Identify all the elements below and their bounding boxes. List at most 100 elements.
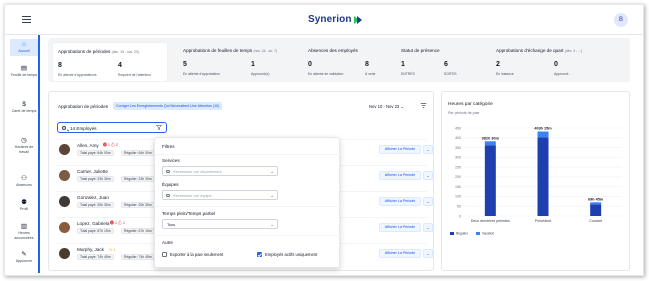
avatar <box>59 222 70 233</box>
sidebar-item-timecard[interactable]: $ Carte de temps <box>10 101 38 114</box>
export-payroll-checkbox[interactable] <box>162 252 167 257</box>
y-tick-label: 250 <box>455 165 461 169</box>
avatar <box>59 144 70 155</box>
clock-icon: ◷ <box>21 137 27 144</box>
sidebar-active-accent <box>38 35 40 273</box>
summary-card-absences[interactable]: Absences des employés 0 En attente de va… <box>305 42 395 82</box>
summary-label: À venir <box>365 72 376 76</box>
sidebar-item-accrued-hours[interactable]: ▥ Heures accumulées <box>10 223 38 240</box>
panel-title: Approbation de périodes <box>58 104 109 109</box>
summary-value: 0 <box>308 61 312 68</box>
chevron-down-icon[interactable]: ⌄ <box>423 145 433 154</box>
sidebar-item-profile[interactable]: ⚉ Profil <box>10 199 38 212</box>
sidebar-item-schedules[interactable]: ◷ Horaires de travail <box>10 137 38 154</box>
chevron-down-icon: ⌄ <box>270 168 274 174</box>
sidebar-item-home[interactable]: ⌂ Accueil <box>10 39 38 56</box>
summary-dates: (déc. 4 - ...) <box>564 49 583 53</box>
summary-title: Approbations d'échange de quart <box>496 48 564 53</box>
avatar <box>59 170 70 181</box>
chart-title: Heures par catégorie <box>448 102 493 107</box>
total-paid-chip: Total payé: 20h 30m <box>77 202 114 208</box>
search-icon <box>62 125 66 130</box>
chevron-down-icon[interactable]: ⌄ <box>423 223 433 232</box>
hamburger-menu-icon[interactable] <box>22 16 31 23</box>
employee-name[interactable]: Murphy, Jack <box>77 247 104 252</box>
teams-label: Équipes <box>162 182 179 187</box>
employee-name[interactable]: Carrier, Juliette <box>77 169 108 174</box>
view-period-button[interactable]: Afficher La Période <box>379 145 421 154</box>
date-range-selector[interactable]: Nov 10 - Nov 23 ⌄ <box>369 104 404 109</box>
services-placeholder: Rechercher par département <box>173 169 222 174</box>
search-icon <box>166 193 170 197</box>
summary-card-presence[interactable]: Statut de présence 1 ENTRÉS 6 SORTIS <box>398 42 488 82</box>
summary-value: 1 <box>401 61 405 68</box>
y-tick-label: 300 <box>455 156 461 160</box>
app-window: Synerion B ⌂ Accueil ▤ Feuille de temps … <box>4 4 644 276</box>
sidebar-item-label: Accueil <box>18 49 30 53</box>
user-avatar[interactable]: B <box>614 13 628 27</box>
summary-value: 4 <box>118 62 122 69</box>
summary-value: 6 <box>444 61 448 68</box>
employment-type-value: Tous <box>167 222 176 227</box>
employee-name[interactable]: Allen, Amy <box>77 143 99 148</box>
chevron-down-icon: ⌄ <box>270 221 274 227</box>
chevron-down-icon: ⌄ <box>400 104 404 109</box>
dollar-icon: $ <box>22 101 26 108</box>
regular-chip: Régulier: 23h 30m <box>121 176 155 182</box>
teams-search-field[interactable]: Rechercher par équipe ⌄ <box>162 190 278 200</box>
avatar <box>59 196 70 207</box>
bar-chart: 0 50 100 150 200 250 300 350 400 450 382h 30m Deux … <box>450 126 622 236</box>
chevron-down-icon[interactable]: ⌄ <box>423 249 433 258</box>
sidebar-item-label: Heures accumulées <box>14 231 34 240</box>
summary-label: En instance <box>496 72 514 76</box>
summary-card-timesheets[interactable]: Approbations de feuilles de temps (nov. … <box>177 42 301 82</box>
summary-value: 2 <box>496 61 500 68</box>
employment-type-select[interactable]: Tous ⌄ <box>162 219 278 229</box>
summary-value: 0 <box>554 61 558 68</box>
sidebar-item-approve[interactable]: ✎ Approuver <box>10 251 38 264</box>
regular-chip: Régulier: 20h 30m <box>121 202 155 208</box>
summary-label: En attente d'approbation <box>183 72 220 76</box>
other-label: Autre <box>162 240 173 245</box>
filter-lines-icon[interactable] <box>420 102 427 109</box>
summary-card-shift-swap[interactable]: Approbations d'échange de quart (déc. 4 … <box>493 42 631 82</box>
sidebar-item-label: Horaires de travail <box>14 145 34 154</box>
employee-name[interactable]: Gonzalez, Juan <box>77 195 109 200</box>
y-tick-label: 450 <box>455 126 461 130</box>
total-paid-chip: Total payé: 74h 45m <box>77 254 114 260</box>
timesheet-icon: ▤ <box>20 65 28 72</box>
chart-subtitle: Par période de paie <box>448 111 480 115</box>
summary-title: Statut de présence <box>401 48 440 53</box>
x-tick-label: Précédent <box>535 219 551 223</box>
active-employees-checkbox[interactable] <box>257 252 262 257</box>
legend-label: Vacation <box>482 232 494 236</box>
avatar <box>59 248 70 259</box>
bar-vacation <box>537 131 549 138</box>
services-search-field[interactable]: Rechercher par département ⌄ <box>162 166 278 176</box>
summary-label: Approuvé <box>554 72 569 76</box>
bar-régulier <box>484 145 496 216</box>
sidebar-item-label: Feuille de temps <box>10 73 38 77</box>
sidebar-item-absences[interactable]: ⚇ Absences <box>10 175 38 188</box>
summary-dates: (nov. 24 - dc. 7) <box>253 49 278 53</box>
employee-name[interactable]: Lopez, Gabriela <box>77 221 109 226</box>
view-period-button[interactable]: Afficher La Période <box>379 249 421 258</box>
view-period-button[interactable]: Afficher La Période <box>379 197 421 206</box>
total-paid-chip: Total payé: 67h 15m <box>77 228 114 234</box>
data-label: 403h 15m <box>534 127 552 131</box>
alert-flags: ⓿ 1 ⚠ 2 <box>103 143 118 147</box>
people-icon: ⚉ <box>21 199 27 206</box>
absences-icon: ⚇ <box>21 175 27 182</box>
chevron-down-icon[interactable]: ⌄ <box>423 171 433 180</box>
view-period-button[interactable]: Afficher La Période <box>379 171 421 180</box>
chevron-down-icon[interactable]: ⌄ <box>423 197 433 206</box>
funnel-icon[interactable] <box>156 125 162 130</box>
attention-badge[interactable]: Corriger Les Enregistrements Qui Nécessi… <box>113 102 223 110</box>
y-tick-label: 150 <box>455 185 461 189</box>
sidebar: ⌂ Accueil ▤ Feuille de temps $ Carte de … <box>10 35 38 273</box>
filter-popover: Filtres Services Rechercher par départem… <box>154 137 341 268</box>
summary-card-pay-periods[interactable]: Approbations de périodes (déc. 15 - nov.… <box>52 42 168 82</box>
employee-search-input[interactable]: 14 Employés <box>57 122 167 133</box>
sidebar-item-timesheet[interactable]: ▤ Feuille de temps <box>10 65 38 78</box>
view-period-button[interactable]: Afficher La Période <box>379 223 421 232</box>
